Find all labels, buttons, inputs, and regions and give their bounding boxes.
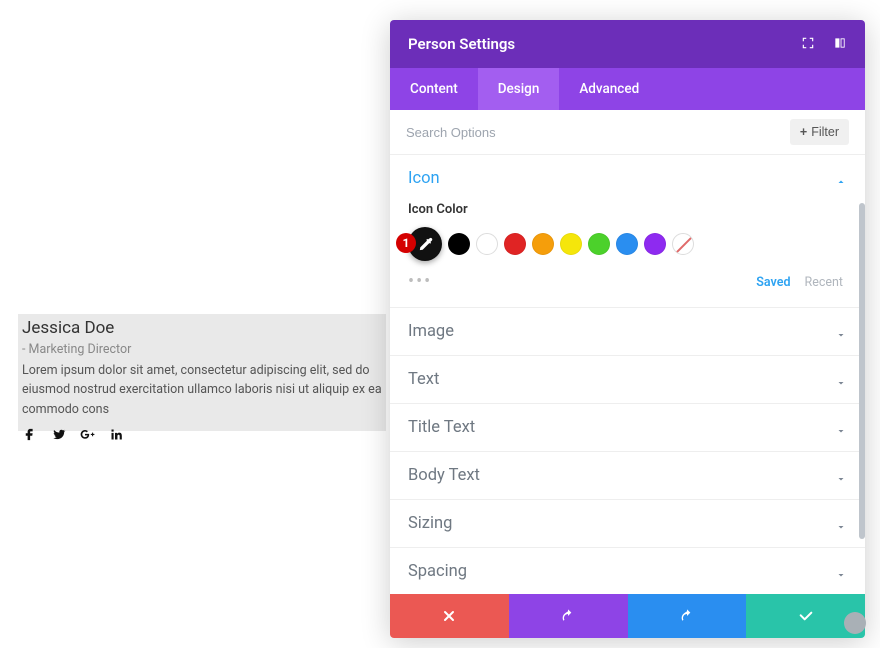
swatch-red[interactable] xyxy=(504,233,526,255)
recent-tab[interactable]: Recent xyxy=(805,275,844,290)
section-icon-body: Icon Color 1 ••• Sav xyxy=(390,202,865,307)
section-body-text-head[interactable]: Body Text xyxy=(390,452,865,499)
linkedin-icon[interactable] xyxy=(109,427,124,446)
swatch-black[interactable] xyxy=(448,233,470,255)
section-image-title: Image xyxy=(408,322,454,341)
help-bubble-icon[interactable] xyxy=(844,612,866,634)
settings-panel: Person Settings Content Design Advanced … xyxy=(390,20,865,638)
search-row: +Filter xyxy=(390,110,865,155)
section-image: Image xyxy=(390,308,865,356)
chevron-down-icon xyxy=(835,518,847,530)
section-body-text-title: Body Text xyxy=(408,466,480,485)
chevron-down-icon xyxy=(835,566,847,578)
section-body-text: Body Text xyxy=(390,452,865,500)
tab-content-label: Content xyxy=(410,81,458,97)
swatch-yellow[interactable] xyxy=(560,233,582,255)
swatch-purple[interactable] xyxy=(644,233,666,255)
section-sizing-title: Sizing xyxy=(408,514,452,533)
expand-icon[interactable] xyxy=(801,35,815,54)
section-text-head[interactable]: Text xyxy=(390,356,865,403)
chevron-down-icon xyxy=(835,326,847,338)
preview-title: - Marketing Director xyxy=(22,342,382,357)
googleplus-icon[interactable] xyxy=(80,427,95,446)
icon-color-label: Icon Color xyxy=(408,202,847,217)
section-title-text: Title Text xyxy=(390,404,865,452)
tab-content[interactable]: Content xyxy=(390,68,478,110)
section-sizing-head[interactable]: Sizing xyxy=(390,500,865,547)
section-icon-title: Icon xyxy=(408,169,440,188)
panel-body: +Filter Icon Icon Color 1 xyxy=(390,110,865,594)
tab-design-label: Design xyxy=(498,81,540,97)
section-title-text-head[interactable]: Title Text xyxy=(390,404,865,451)
panel-title: Person Settings xyxy=(408,35,515,53)
panel-header: Person Settings xyxy=(390,20,865,68)
preview-social-icons xyxy=(22,427,382,446)
tab-advanced-label: Advanced xyxy=(579,81,639,97)
section-icon-head[interactable]: Icon xyxy=(390,155,865,202)
preview-name: Jessica Doe xyxy=(22,318,382,338)
filter-button-label: Filter xyxy=(811,125,839,139)
section-spacing-head[interactable]: Spacing xyxy=(390,548,865,594)
action-bar xyxy=(390,594,865,638)
section-sizing: Sizing xyxy=(390,500,865,548)
section-image-head[interactable]: Image xyxy=(390,308,865,355)
icon-color-swatches: 1 xyxy=(408,227,847,261)
swatch-white[interactable] xyxy=(476,233,498,255)
chevron-up-icon xyxy=(835,173,847,185)
twitter-icon[interactable] xyxy=(51,427,66,446)
swatch-none[interactable] xyxy=(672,233,694,255)
person-preview-card: Jessica Doe - Marketing Director Lorem i… xyxy=(18,314,386,431)
section-spacing-title: Spacing xyxy=(408,562,467,581)
tab-design[interactable]: Design xyxy=(478,68,560,110)
annotation-badge: 1 xyxy=(396,233,416,253)
scrollbar[interactable] xyxy=(859,203,865,539)
swatch-orange[interactable] xyxy=(532,233,554,255)
section-icon: Icon Icon Color 1 xyxy=(390,155,865,308)
snap-icon[interactable] xyxy=(833,35,847,54)
chevron-down-icon xyxy=(835,374,847,386)
filter-button[interactable]: +Filter xyxy=(790,119,849,145)
more-options-icon[interactable]: ••• xyxy=(408,273,432,291)
section-text-title: Text xyxy=(408,370,439,389)
section-text: Text xyxy=(390,356,865,404)
chevron-down-icon xyxy=(835,422,847,434)
saved-tab[interactable]: Saved xyxy=(756,275,790,290)
cancel-button[interactable] xyxy=(390,594,509,638)
redo-button[interactable] xyxy=(628,594,747,638)
swatch-green[interactable] xyxy=(588,233,610,255)
section-spacing: Spacing xyxy=(390,548,865,594)
preview-body: Lorem ipsum dolor sit amet, consectetur … xyxy=(22,361,382,419)
section-title-text-title: Title Text xyxy=(408,418,475,437)
undo-button[interactable] xyxy=(509,594,628,638)
tab-bar: Content Design Advanced xyxy=(390,68,865,110)
tab-advanced[interactable]: Advanced xyxy=(559,68,659,110)
chevron-down-icon xyxy=(835,470,847,482)
search-input[interactable] xyxy=(406,125,782,140)
swatch-blue[interactable] xyxy=(616,233,638,255)
facebook-icon[interactable] xyxy=(22,427,37,446)
